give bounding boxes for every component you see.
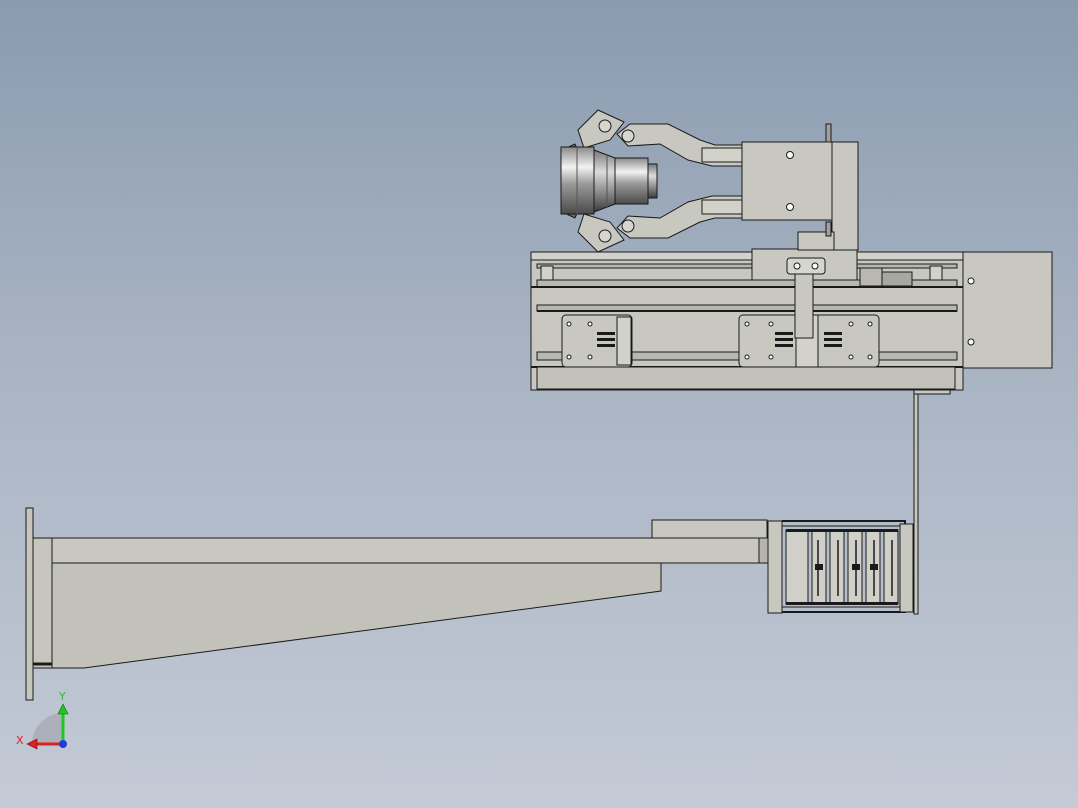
slide-motor-box xyxy=(962,251,1053,369)
cad-viewport: X Y xyxy=(16,109,1053,750)
wall-plate xyxy=(25,507,34,701)
x-axis-label: X xyxy=(16,734,24,747)
slide-carriage-left xyxy=(561,314,633,368)
cable-drag-chain xyxy=(767,389,951,615)
arm-end-block xyxy=(651,519,768,539)
arm-top-beam xyxy=(51,537,769,564)
axis-triad: X Y xyxy=(16,690,69,750)
y-axis-label: Y xyxy=(58,690,66,703)
chain-links xyxy=(785,529,899,605)
arm-tapered-rib xyxy=(51,562,662,669)
chain-support-rod xyxy=(913,391,919,615)
cylindrical-workpiece xyxy=(560,146,658,215)
chain-mount xyxy=(767,520,783,614)
z-axis-dot xyxy=(59,740,67,748)
wall-mount-cantilever-arm xyxy=(25,507,769,701)
wall-flange xyxy=(32,537,53,669)
linear-slide-module xyxy=(530,248,1053,391)
arm-end-cap xyxy=(758,537,769,564)
chain-end-bracket xyxy=(899,523,914,613)
pneumatic-gripper xyxy=(560,109,859,253)
